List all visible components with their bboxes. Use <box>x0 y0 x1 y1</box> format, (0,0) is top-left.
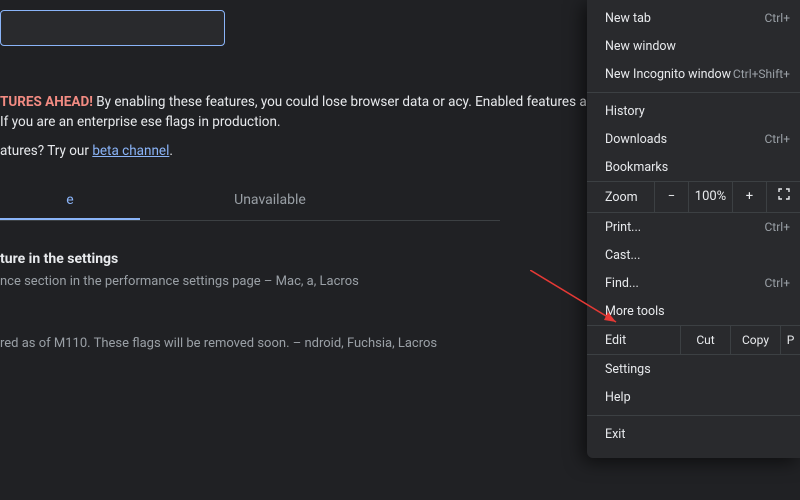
chrome-menu: New tab Ctrl+ New window New Incognito w… <box>587 0 800 458</box>
tabs: e Unavailable <box>0 179 500 221</box>
search-input[interactable] <box>0 10 225 46</box>
shortcut-label: Ctrl+ <box>764 11 790 25</box>
flag-desc: red as of M110. These flags will be remo… <box>0 335 602 354</box>
menu-edit-row: Edit Cut Copy P <box>587 325 800 355</box>
zoom-value: 100% <box>688 181 732 213</box>
cut-button[interactable]: Cut <box>680 325 730 355</box>
tab-unavailable[interactable]: Unavailable <box>140 179 400 220</box>
zoom-in-button[interactable]: + <box>732 181 766 213</box>
tab-available[interactable]: e <box>0 179 140 220</box>
menu-bookmarks[interactable]: Bookmarks <box>587 153 800 181</box>
menu-find[interactable]: Find... Ctrl+ <box>587 269 800 297</box>
fullscreen-button[interactable] <box>766 181 800 213</box>
menu-new-window[interactable]: New window <box>587 32 800 60</box>
menu-zoom-row: Zoom − 100% + <box>587 181 800 213</box>
beta-channel-link[interactable]: beta channel <box>92 143 169 159</box>
menu-new-incognito[interactable]: New Incognito window Ctrl+Shift+ <box>587 60 800 88</box>
menu-separator <box>587 92 800 93</box>
shortcut-label: Ctrl+Shift+ <box>733 67 790 81</box>
shortcut-label: Ctrl+ <box>764 220 790 234</box>
menu-cast[interactable]: Cast... <box>587 241 800 269</box>
shortcut-label: Ctrl+ <box>764 132 790 146</box>
menu-history[interactable]: History <box>587 97 800 125</box>
warning-danger: TURES AHEAD! <box>0 94 93 110</box>
menu-print[interactable]: Print... Ctrl+ <box>587 213 800 241</box>
menu-settings[interactable]: Settings <box>587 355 800 383</box>
menu-downloads[interactable]: Downloads Ctrl+ <box>587 125 800 153</box>
zoom-label: Zoom <box>605 190 654 205</box>
edit-label: Edit <box>605 333 680 348</box>
zoom-out-button[interactable]: − <box>654 181 688 213</box>
menu-exit[interactable]: Exit <box>587 420 800 448</box>
flag-title: ture in the settings <box>0 251 602 267</box>
fullscreen-icon <box>778 188 790 200</box>
menu-new-tab[interactable]: New tab Ctrl+ <box>587 4 800 32</box>
shortcut-label: Ctrl+ <box>764 276 790 290</box>
paste-button[interactable]: P <box>780 325 800 355</box>
menu-more-tools[interactable]: More tools <box>587 297 800 325</box>
menu-help[interactable]: Help <box>587 383 800 411</box>
beta-suffix: . <box>169 143 173 159</box>
menu-separator <box>587 415 800 416</box>
flag-desc: nce section in the performance settings … <box>0 273 602 292</box>
beta-text: atures? Try our <box>0 143 92 159</box>
copy-button[interactable]: Copy <box>730 325 780 355</box>
